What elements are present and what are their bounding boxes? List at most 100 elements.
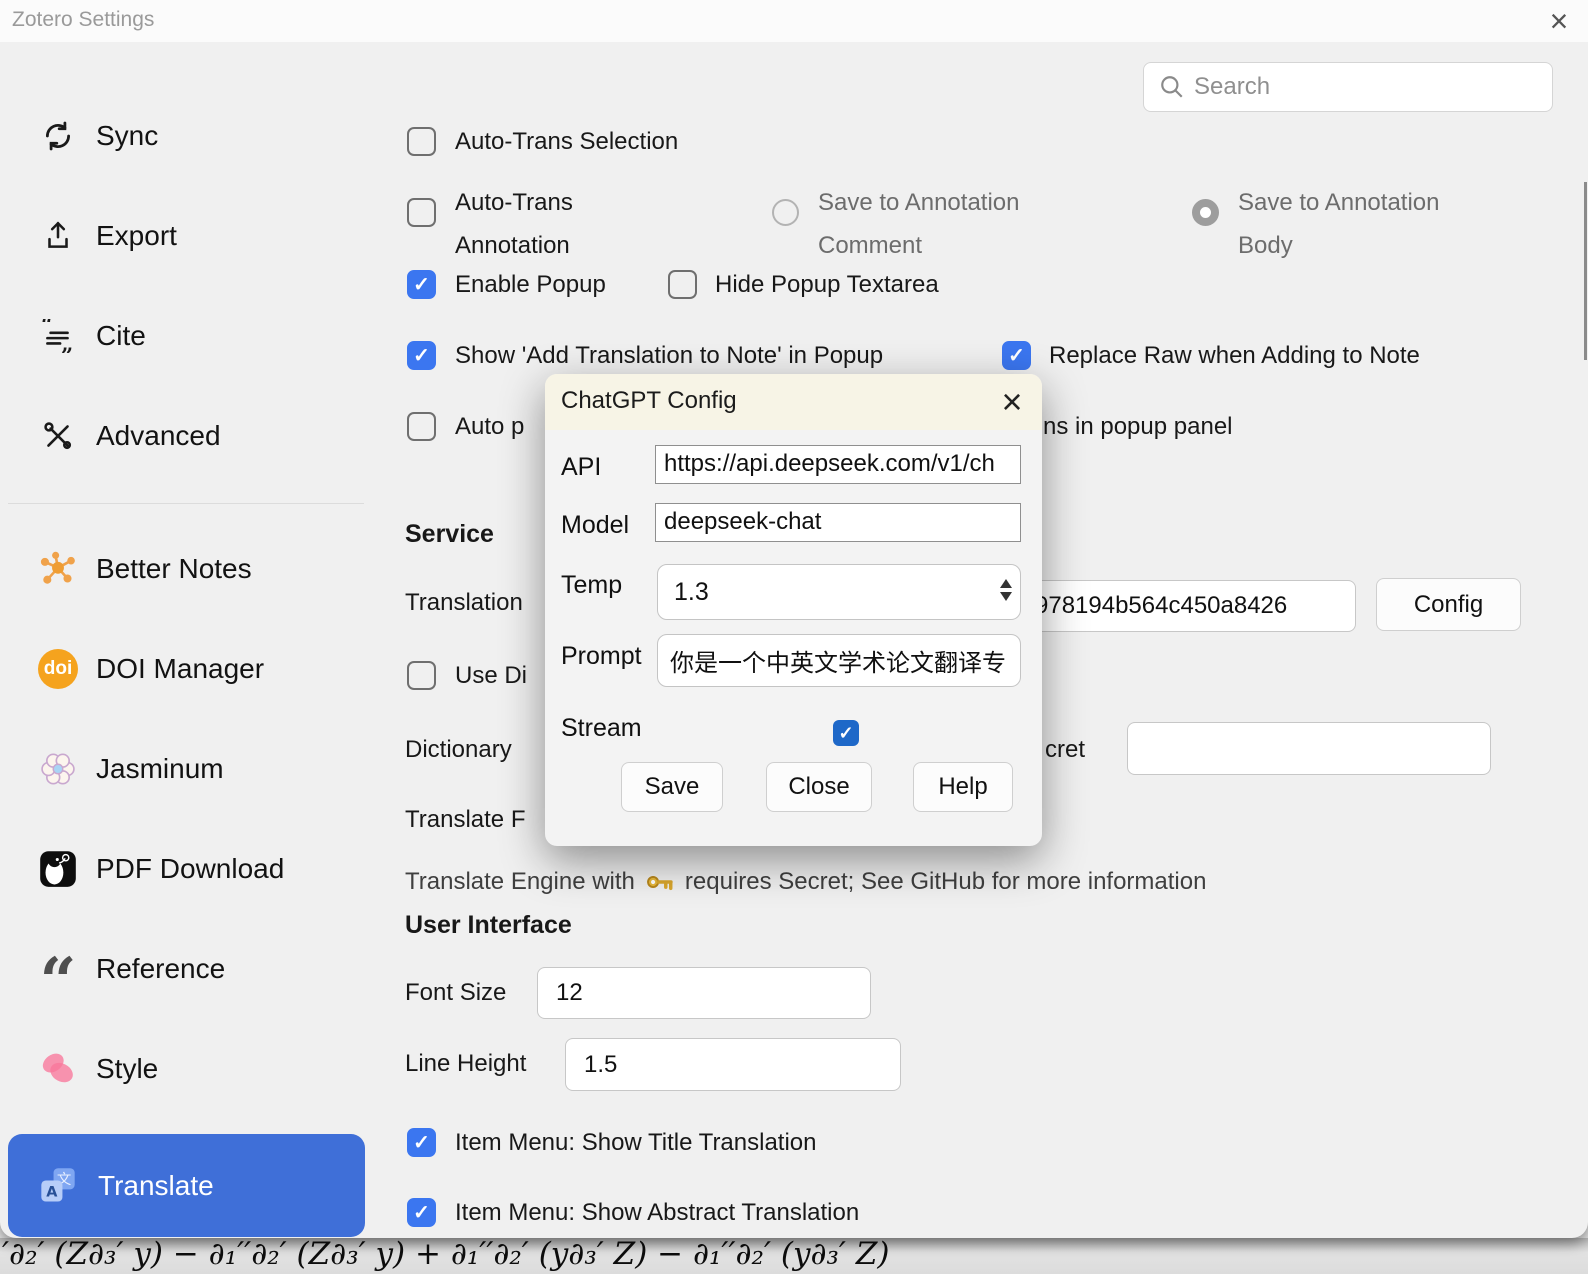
prompt-value: 你是一个中英文学术论文翻译专 (658, 643, 1006, 678)
sidebar-item-jasminum[interactable]: Jasminum (8, 740, 364, 798)
label-use-dictionary-fragment: Use Di (455, 662, 527, 690)
temp-input[interactable]: 1.3 (657, 564, 1021, 620)
label-dictionary: Dictionary (405, 736, 512, 764)
chatgpt-config-dialog: ChatGPT Config × API Model Temp 1.3 Prom… (545, 374, 1042, 846)
sidebar-item-label: Export (96, 220, 177, 252)
checkbox-auto-trans-annotation[interactable] (407, 198, 436, 227)
background-formula: ′∂₂′ (Z∂₃′ y) − ∂₁′′∂₂′ (Z∂₃′ y) + ∂₁′′∂… (2, 1236, 889, 1272)
label-enable-popup: Enable Popup (455, 271, 606, 299)
sidebar-item-label: PDF Download (96, 853, 284, 885)
secret-input[interactable]: -c978194b564c450a8426 (1008, 580, 1356, 632)
sidebar-divider (8, 503, 364, 504)
search-input[interactable] (1192, 72, 1526, 102)
sidebar-item-export[interactable]: Export (8, 207, 364, 265)
api-input-wrap (655, 445, 1021, 484)
label-save-to-annotation-comment: Save to Annotation Comment (818, 181, 1098, 267)
temp-label: Temp (561, 571, 622, 600)
section-header-service: Service (405, 520, 494, 549)
label-popup-panel-fragment: ns in popup panel (1043, 413, 1233, 441)
sidebar-item-advanced[interactable]: Advanced (8, 407, 364, 465)
scrollbar-thumb[interactable] (1584, 182, 1587, 360)
label-item-menu-title: Item Menu: Show Title Translation (455, 1129, 817, 1157)
checkbox-use-dictionary[interactable] (407, 661, 436, 690)
save-button[interactable]: Save (621, 762, 723, 812)
stream-label: Stream (561, 714, 642, 743)
sidebar-item-label: Jasminum (96, 753, 224, 785)
search-box[interactable] (1143, 62, 1553, 112)
temp-value: 1.3 (658, 578, 709, 607)
doi-badge: doi (38, 649, 78, 689)
checkbox-auto-popup-option[interactable] (407, 412, 436, 441)
key-icon (645, 862, 675, 902)
section-header-user-interface: User Interface (405, 911, 572, 940)
search-icon (1152, 67, 1192, 107)
checkbox-replace-raw[interactable] (1002, 341, 1031, 370)
label-show-add-translation-to-note: Show 'Add Translation to Note' in Popup (455, 342, 883, 370)
api-input[interactable] (656, 446, 1021, 482)
sidebar-item-translate-active[interactable]: 文 A Translate (8, 1134, 365, 1237)
checkbox-item-menu-abstract[interactable] (407, 1198, 436, 1227)
close-button[interactable]: Close (766, 762, 872, 812)
window-close-icon[interactable]: × (1534, 0, 1584, 42)
sync-icon (38, 116, 78, 156)
sidebar-item-better-notes[interactable]: Better Notes (8, 540, 364, 598)
sidebar-item-label: Cite (96, 320, 146, 352)
model-input-wrap (655, 503, 1021, 542)
sidebar-item-style[interactable]: Style (8, 1040, 364, 1098)
flower-icon (38, 749, 78, 789)
sidebar-item-doi-manager[interactable]: doi DOI Manager (8, 640, 364, 698)
secret-value: -c978194b564c450a8426 (1009, 592, 1287, 620)
sidebar-item-sync[interactable]: Sync (8, 107, 364, 165)
model-input[interactable] (656, 504, 1021, 540)
label-auto-trans-selection: Auto-Trans Selection (455, 128, 678, 156)
help-button[interactable]: Help (913, 762, 1013, 812)
dialog-close-icon[interactable]: × (988, 378, 1036, 426)
engine-secret-note: Translate Engine with requires Secret; S… (405, 862, 1206, 902)
checkbox-auto-trans-selection[interactable] (407, 127, 436, 156)
engine-note-prefix: Translate Engine with (405, 868, 635, 896)
screen: ′∂₂′ (Z∂₃′ y) − ∂₁′′∂₂′ (Z∂₃′ y) + ∂₁′′∂… (0, 0, 1588, 1274)
sidebar-item-label: Translate (98, 1170, 214, 1202)
translate-icon: 文 A (38, 1166, 78, 1206)
zotero-settings-window: Zotero Settings × Sync Export (0, 0, 1588, 1238)
checkbox-hide-popup-textarea[interactable] (668, 270, 697, 299)
checkbox-show-add-translation-to-note[interactable] (407, 341, 436, 370)
petals-icon (38, 1049, 78, 1089)
label-line-height: Line Height (405, 1050, 526, 1078)
svg-text:„: „ (61, 332, 73, 353)
svg-text:“: “ (41, 319, 53, 338)
label-auto-trans-annotation: Auto-Trans Annotation (455, 181, 685, 267)
prompt-label: Prompt (561, 642, 642, 671)
label-replace-raw: Replace Raw when Adding to Note (1049, 342, 1420, 370)
radio-save-to-annotation-comment[interactable] (772, 199, 799, 226)
number-spinner-icon[interactable] (1000, 579, 1012, 601)
dictionary-secret-input[interactable] (1127, 722, 1491, 775)
checkbox-stream[interactable] (833, 720, 859, 746)
tools-icon (38, 416, 78, 456)
label-hide-popup-textarea: Hide Popup Textarea (715, 271, 939, 299)
cite-icon: “ „ (38, 316, 78, 356)
api-label: API (561, 453, 601, 482)
config-button[interactable]: Config (1376, 578, 1521, 631)
svg-text:A: A (46, 1184, 58, 1200)
radio-save-to-annotation-body[interactable] (1192, 199, 1219, 226)
line-height-input[interactable]: 1.5 (565, 1038, 901, 1091)
font-size-input[interactable]: 12 (537, 967, 871, 1019)
sidebar-item-reference[interactable]: “ Reference (8, 940, 364, 998)
label-item-menu-abstract: Item Menu: Show Abstract Translation (455, 1199, 859, 1227)
label-save-to-annotation-body: Save to Annotation Body (1238, 181, 1498, 267)
font-size-value: 12 (538, 979, 583, 1007)
sidebar-item-pdf-download[interactable]: PDF Download (8, 840, 364, 898)
model-label: Model (561, 511, 629, 540)
sidebar-item-cite[interactable]: “ „ Cite (8, 307, 364, 365)
checkbox-enable-popup[interactable] (407, 270, 436, 299)
prompt-input[interactable]: 你是一个中英文学术论文翻译专 (657, 634, 1021, 687)
label-secret-fragment: cret (1045, 736, 1085, 764)
label-translation-fragment: Translation (405, 589, 523, 617)
sidebar-item-label: Reference (96, 953, 225, 985)
better-notes-icon (38, 549, 78, 589)
engine-note-suffix: requires Secret; See GitHub for more inf… (685, 868, 1207, 896)
sidebar-item-label: Sync (96, 120, 158, 152)
penguin-icon (38, 849, 78, 889)
checkbox-item-menu-title[interactable] (407, 1128, 436, 1157)
